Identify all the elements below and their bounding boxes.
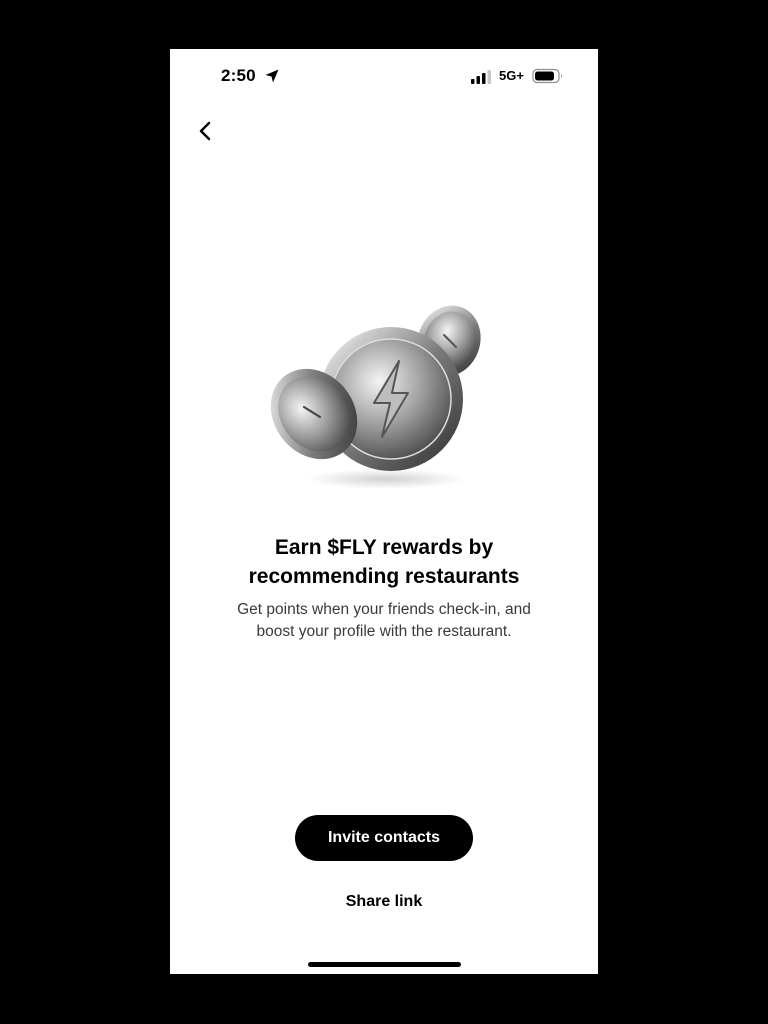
status-bar: 2:50 5G+ bbox=[170, 49, 598, 103]
phone-screen: 2:50 5G+ Earn $FLY rewards by recommendi… bbox=[170, 49, 598, 974]
location-arrow-icon bbox=[265, 69, 279, 83]
share-link-button[interactable]: Share link bbox=[284, 889, 484, 915]
home-indicator[interactable] bbox=[308, 962, 461, 967]
network-label: 5G+ bbox=[499, 68, 524, 83]
battery-icon bbox=[532, 68, 562, 84]
back-button[interactable] bbox=[192, 117, 220, 145]
chevron-left-icon bbox=[199, 121, 211, 141]
fly-coins-illustration bbox=[270, 305, 481, 489]
description-text: Get points when your friends check-in, a… bbox=[237, 601, 531, 640]
invite-contacts-button[interactable]: Invite contacts bbox=[295, 815, 473, 861]
status-time: 2:50 bbox=[221, 66, 256, 85]
signal-bars-icon bbox=[471, 70, 491, 84]
headline: Earn $FLY rewards by recommending restau… bbox=[248, 536, 520, 588]
